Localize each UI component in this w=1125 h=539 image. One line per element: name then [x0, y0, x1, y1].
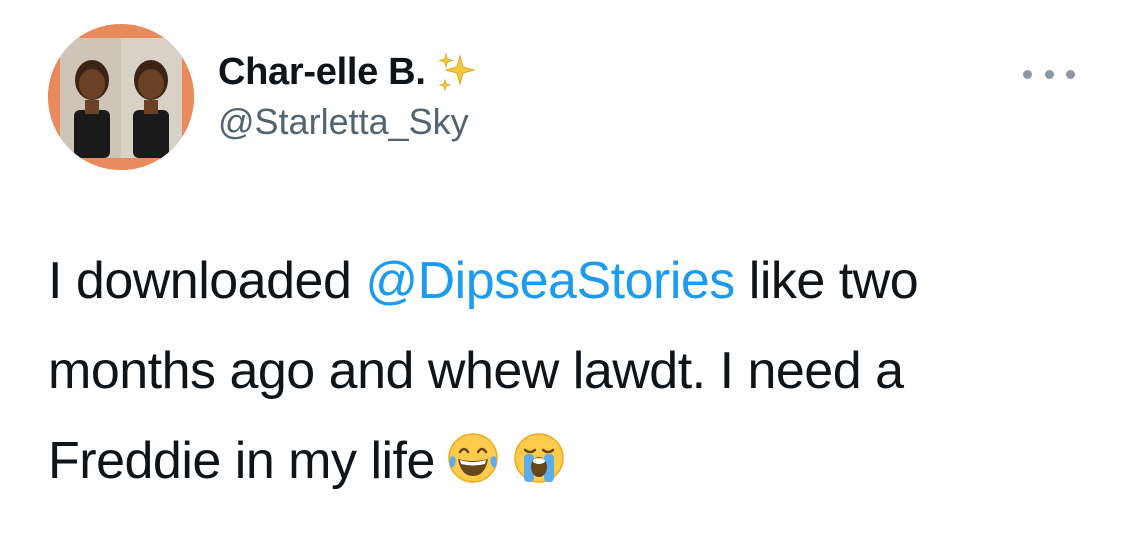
tweet-line-3: Freddie in my life — [48, 416, 1088, 506]
mention-link[interactable]: @DipseaStories — [365, 252, 735, 310]
author-display-name[interactable]: Char-elle B. — [218, 48, 478, 96]
tweet-line-2: months ago and whew lawdt. I need a — [48, 342, 904, 400]
display-name-text: Char-elle B. — [218, 51, 426, 93]
more-dot — [1044, 69, 1054, 79]
tweet-card: Char-elle B. @Starletta_Sky I downloaded… — [0, 0, 1125, 539]
sparkles-icon — [434, 50, 478, 94]
more-options-button[interactable] — [1023, 62, 1075, 86]
tweet-text-segment: I downloaded — [48, 252, 366, 310]
loudly-crying-face-icon — [511, 424, 567, 483]
tweet-line-1: I downloaded @DipseaStories like two — [48, 236, 1088, 326]
more-dot — [1066, 69, 1075, 79]
tweet-text-segment: Freddie in my life — [48, 432, 435, 490]
more-horizontal-icon — [1023, 69, 1032, 79]
avatar[interactable] — [48, 24, 194, 170]
tweet-text: I downloaded @DipseaStories like two mon… — [48, 236, 1088, 506]
tweet-text-segment: like two — [734, 252, 919, 310]
face-with-tears-of-joy-icon — [445, 424, 501, 483]
author-handle[interactable]: @Starletta_Sky — [218, 100, 469, 144]
